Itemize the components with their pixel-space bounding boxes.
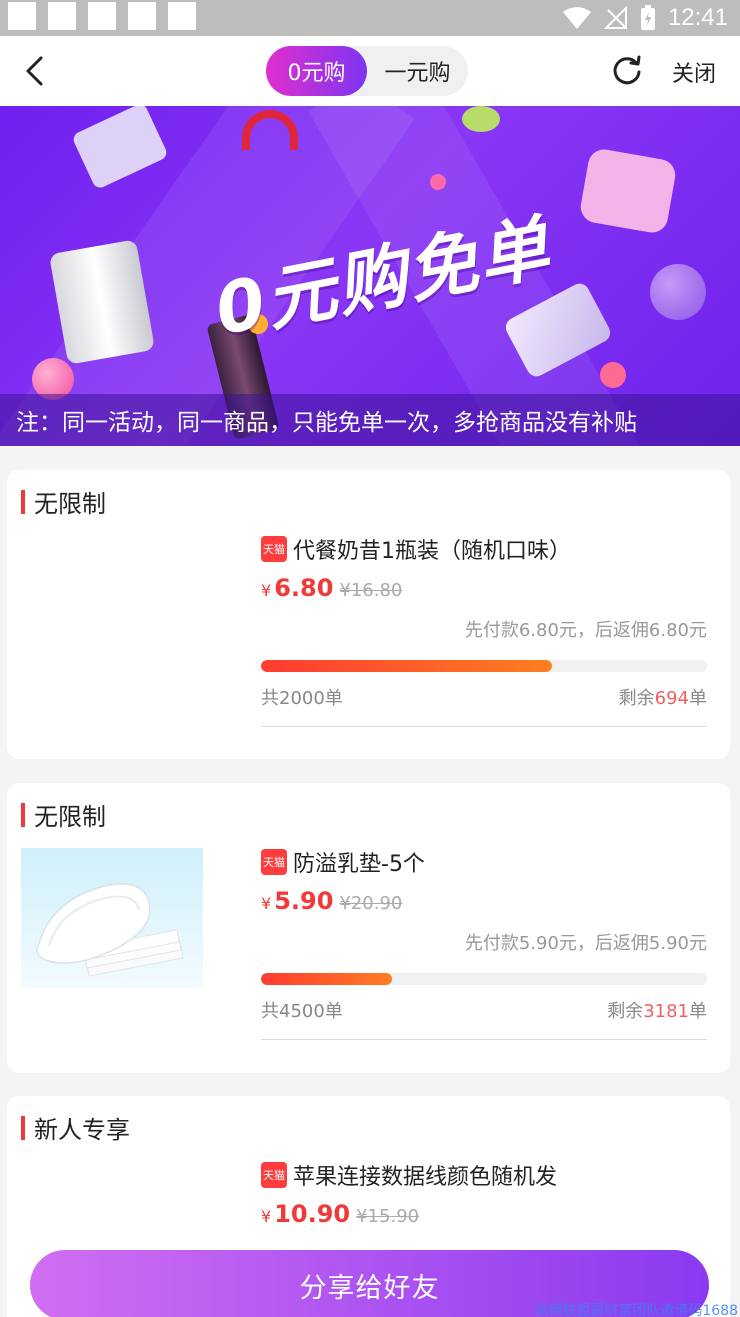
notification-icon [88,2,116,30]
product-card[interactable]: 无限制 天猫 防溢乳垫-5个 ¥ 5.90 ¥20.90 先付款5.90元，后返… [7,783,730,1073]
product-price: 6.80 [274,574,334,602]
category-marker [21,489,25,514]
currency-symbol: ¥ [261,1207,272,1226]
notification-icon [168,2,196,30]
clock: 12:41 [667,4,728,31]
product-image[interactable] [21,848,203,988]
back-button[interactable] [14,50,54,92]
category-label: 无限制 [34,803,106,831]
product-title[interactable]: 防溢乳垫-5个 [293,846,425,878]
product-card[interactable]: 无限制 天猫 代餐奶昔1瓶装（随机口味） ¥ 6.80 ¥16.80 先付款6.… [7,470,730,759]
chevron-left-icon [26,56,43,86]
sales-progress-fill [261,660,553,672]
category-header: 无限制 [21,797,106,832]
category-label: 无限制 [34,490,106,518]
currency-symbol: ¥ [261,581,272,600]
camera-decoration [578,146,678,236]
remaining-orders: 剩余3181单 [607,1001,707,1022]
category-marker [21,1115,25,1140]
banner-note: 注：同一活动，同一商品，只能免单一次，多抢商品没有补贴 [0,394,740,446]
product-info: 天猫 苹果连接数据线颜色随机发 ¥ 10.90 ¥15.90 [261,1158,707,1228]
tmall-badge-icon: 天猫 [261,536,287,562]
notification-icon [8,2,36,30]
status-bar: 12:41 [0,0,740,36]
product-title[interactable]: 苹果连接数据线颜色随机发 [293,1159,557,1191]
remaining-count: 3181 [643,1001,689,1022]
sales-progress-bar [261,660,707,672]
promo-banner[interactable]: 0元购免单 注：同一活动，同一商品，只能免单一次，多抢商品没有补贴 [0,106,740,446]
notification-icon [48,2,76,30]
original-price: ¥16.80 [339,580,403,601]
remaining-count: 694 [654,688,689,709]
tmall-badge-icon: 天猫 [261,849,287,875]
category-label: 新人专享 [34,1116,130,1144]
original-price: ¥15.90 [356,1206,420,1227]
tab-zero-yuan[interactable]: 0元购 [266,46,367,96]
no-signal-icon [603,6,627,29]
refresh-icon[interactable] [610,54,644,88]
product-price: 10.90 [274,1200,351,1228]
card-decoration [71,106,169,191]
close-button[interactable]: 关闭 [672,56,716,88]
battery-icon [640,5,655,30]
watermark: 高佣联盟最财富团队邀请码1688 [534,1303,738,1317]
ball-decoration [430,174,446,190]
total-orders: 共2000单 [261,688,343,709]
original-price: ¥20.90 [339,893,403,914]
category-header: 新人专享 [21,1110,130,1145]
category-marker [21,802,25,827]
tmall-badge-icon: 天猫 [261,1162,287,1188]
wifi-icon [562,7,591,29]
total-orders: 共4500单 [261,1001,343,1022]
mode-switcher: 0元购 一元购 [266,46,468,96]
ball-decoration [600,362,626,388]
sales-progress-fill [261,973,392,985]
sales-progress-bar [261,973,707,985]
order-stats: 共2000单 剩余694单 [261,684,707,727]
remaining-orders: 剩余694单 [618,688,707,709]
product-title[interactable]: 代餐奶昔1瓶装（随机口味） [293,533,571,565]
payment-note: 先付款6.80元，后返佣6.80元 [464,620,707,641]
payment-note: 先付款5.90元，后返佣5.90元 [464,933,707,954]
order-stats: 共4500单 剩余3181单 [261,997,707,1040]
category-header: 无限制 [21,484,106,519]
nav-bar: 0元购 一元购 关闭 [0,36,740,106]
currency-symbol: ¥ [261,894,272,913]
product-info: 天猫 防溢乳垫-5个 ¥ 5.90 ¥20.90 先付款5.90元，后返佣5.9… [261,845,707,1040]
product-info: 天猫 代餐奶昔1瓶装（随机口味） ¥ 6.80 ¥16.80 先付款6.80元，… [261,532,707,727]
ball-decoration [650,264,706,320]
ball-decoration [462,106,500,132]
tab-one-yuan[interactable]: 一元购 [367,46,468,96]
notification-icon [128,2,156,30]
product-price: 5.90 [274,887,334,915]
